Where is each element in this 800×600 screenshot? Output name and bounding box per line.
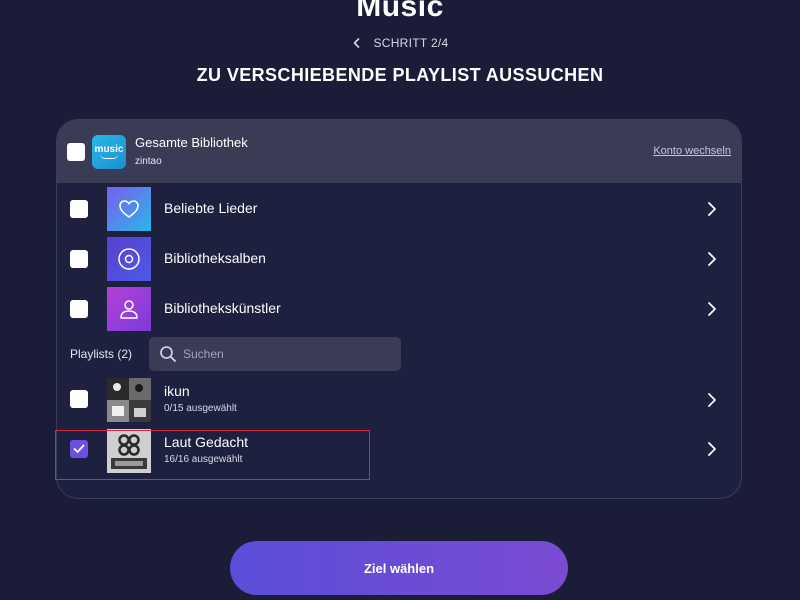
category-label: Beliebte Lieder: [164, 200, 258, 216]
switch-account-link[interactable]: Konto wechseln: [653, 145, 731, 157]
chevron-right-icon[interactable]: [705, 251, 719, 267]
person-icon: [107, 287, 151, 331]
step-label: SCHRITT 2/4: [373, 36, 449, 50]
chevron-right-icon[interactable]: [705, 392, 719, 408]
page: Music SCHRITT 2/4 ZU VERSCHIEBENDE PLAYL…: [0, 0, 800, 600]
playlist-selection-card: music Gesamte Bibliothek zintao Konto we…: [56, 119, 742, 499]
library-title: Gesamte Bibliothek: [135, 135, 248, 150]
heart-icon: [107, 187, 151, 231]
amazon-music-logo: music: [92, 135, 126, 169]
chevron-right-icon[interactable]: [705, 301, 719, 317]
category-row-favorites[interactable]: Beliebte Lieder: [57, 184, 741, 234]
library-header: music Gesamte Bibliothek zintao Konto we…: [57, 120, 741, 183]
category-row-albums[interactable]: Bibliotheksalben: [57, 234, 741, 284]
chevron-right-icon[interactable]: [705, 201, 719, 217]
search-input[interactable]: [183, 337, 393, 371]
smile-icon: [100, 154, 118, 159]
playlist-name: ikun: [164, 383, 190, 399]
checkmark-icon: [73, 444, 85, 453]
artists-checkbox[interactable]: [70, 300, 88, 318]
chevron-right-icon[interactable]: [705, 441, 719, 457]
playlist-selection-count: 16/16 ausgewählt: [164, 454, 243, 465]
playlists-count-label: Playlists (2): [70, 347, 133, 361]
playlist-cover-image: [107, 378, 151, 422]
choose-destination-button[interactable]: Ziel wählen: [230, 541, 568, 595]
playlist-search[interactable]: [149, 337, 401, 371]
library-account: zintao: [135, 156, 162, 167]
playlist-row[interactable]: ikun 0/15 ausgewählt: [57, 373, 741, 423]
chevron-left-icon[interactable]: [351, 37, 363, 49]
category-label: Bibliotheksalben: [164, 250, 266, 266]
favorites-checkbox[interactable]: [70, 200, 88, 218]
app-title: Music: [356, 0, 444, 23]
category-row-artists[interactable]: Bibliothekskünstler: [57, 284, 741, 334]
category-label: Bibliothekskünstler: [164, 300, 281, 316]
playlist-selection-count: 0/15 ausgewählt: [164, 403, 237, 414]
playlist-checkbox[interactable]: [70, 390, 88, 408]
disc-icon: [107, 237, 151, 281]
library-checkbox[interactable]: [67, 143, 85, 161]
playlist-cover-image: [107, 429, 151, 473]
albums-checkbox[interactable]: [70, 250, 88, 268]
step-indicator: SCHRITT 2/4: [0, 36, 800, 50]
playlist-checkbox[interactable]: [70, 440, 88, 458]
page-heading: ZU VERSCHIEBENDE PLAYLIST AUSSUCHEN: [196, 65, 604, 85]
playlist-name: Laut Gedacht: [164, 434, 249, 450]
search-icon: [159, 345, 177, 363]
playlist-row[interactable]: Laut Gedacht 16/16 ausgewählt: [57, 424, 741, 474]
